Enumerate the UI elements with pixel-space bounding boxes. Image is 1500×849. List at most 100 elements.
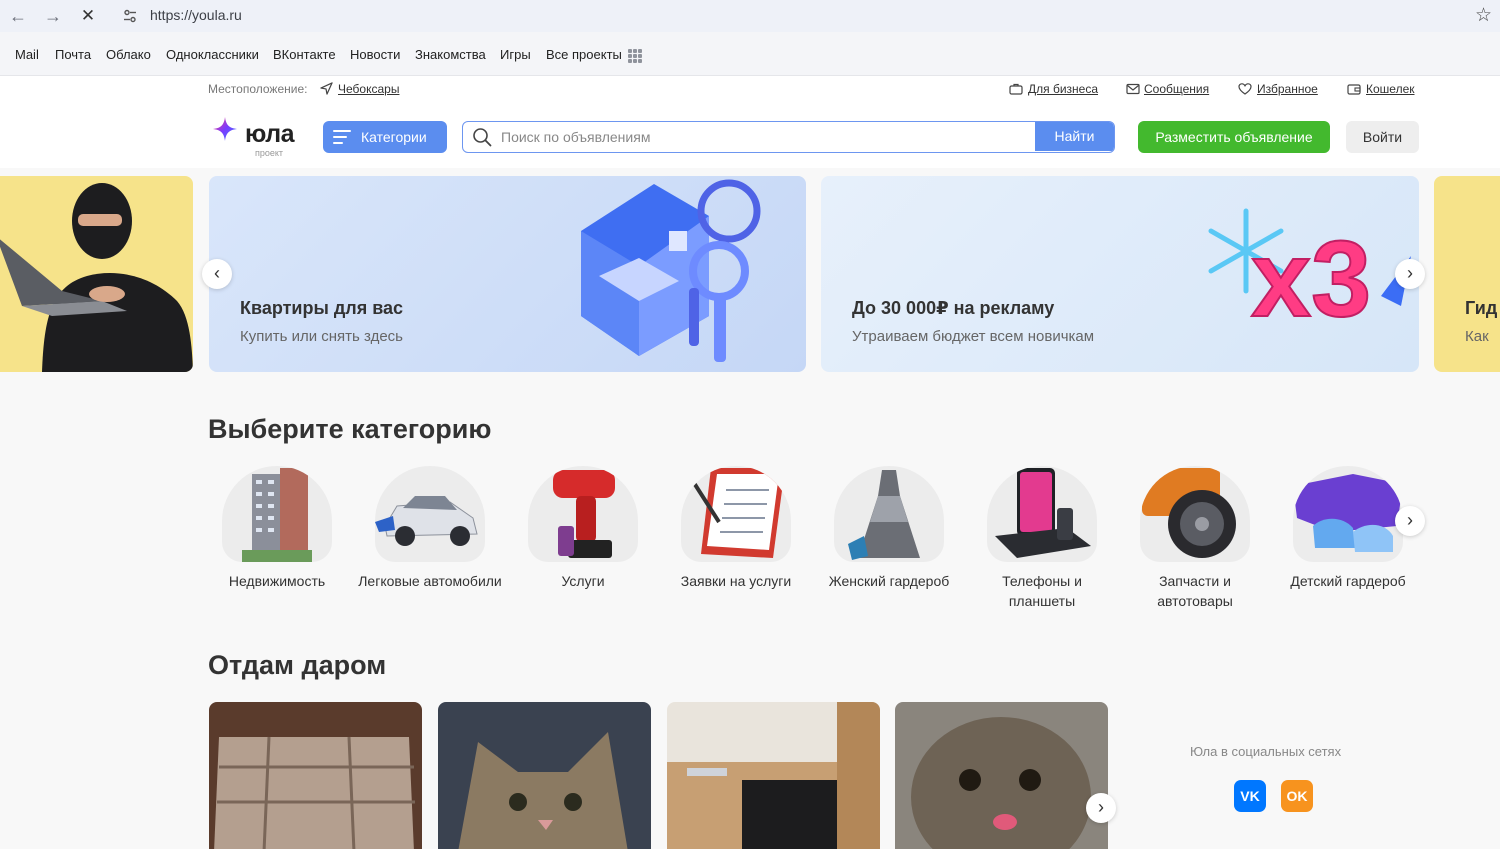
category-label: Детский гардероб [1290,573,1406,589]
project-link-all[interactable]: Все проекты [546,47,622,62]
free-item-card[interactable] [438,702,651,849]
menu-icon [333,130,351,148]
banner-title: Квартиры для вас [240,298,404,318]
post-ad-button[interactable]: Разместить объявление [1138,121,1330,153]
logo-subtitle: проект [255,148,284,158]
categories-next-button[interactable]: › [1395,506,1425,536]
chevron-right-icon: › [1098,797,1104,817]
sofa-photo-icon [209,702,422,849]
promo-banner-apartments[interactable]: Квартиры для вас Купить или снять здесь [209,176,806,372]
chevron-right-icon: › [1407,263,1413,283]
category-service-requests[interactable]: Заявки на услуги [661,466,811,591]
banner-subtitle: Купить или снять здесь [240,328,403,345]
apps-grid-icon[interactable] [628,49,642,63]
site-header: Местоположение: Чебоксары Для бизнеса Со… [0,76,1500,168]
project-link-dating[interactable]: Знакомства [415,47,486,62]
briefcase-icon [1009,83,1023,95]
category-services[interactable]: Услуги [508,466,658,591]
project-link-ok[interactable]: Одноклассники [166,47,259,62]
banner-prev-button[interactable]: ‹ [202,259,232,289]
project-link-pochta[interactable]: Почта [55,47,91,62]
banner-next-button[interactable]: › [1395,259,1425,289]
search-icon [473,128,492,147]
youla-logo-star-icon[interactable] [212,116,238,142]
free-items-next-button[interactable]: › [1086,793,1116,823]
project-link-games[interactable]: Игры [500,47,531,62]
forward-arrow-icon[interactable]: → [41,4,65,28]
bookmark-star-icon[interactable]: ☆ [1475,4,1492,27]
project-link-vk[interactable]: ВКонтакте [273,47,336,62]
free-items-heading: Отдам даром [208,650,387,680]
kitten-photo-icon [895,702,1108,849]
promo-banner-partial-right[interactable]: Гид Как [1434,176,1500,372]
favorites-link[interactable]: Избранное [1257,82,1318,96]
category-label: Заявки на услуги [680,573,792,589]
envelope-icon [1126,83,1140,95]
category-phones[interactable]: Телефоны и планшеты [967,466,1117,611]
category-label: Женский гардероб [828,573,950,589]
social-networks-label: Юла в социальных сетях [1190,744,1342,759]
project-link-oblako[interactable]: Облако [106,47,151,62]
messages-link[interactable]: Сообщения [1144,82,1209,96]
phone-icon [987,466,1097,562]
wallet-icon [1347,84,1361,95]
url-text[interactable]: https://youla.ru [150,7,242,23]
business-link[interactable]: Для бизнеса [1028,82,1098,96]
location-city-link[interactable]: Чебоксары [338,82,399,96]
vk-icon[interactable]: VK [1234,780,1266,812]
categories-button[interactable]: Категории [323,121,447,153]
banner-subtitle: Утраиваем бюджет всем новичкам [852,328,1095,345]
category-label: Недвижимость [228,573,326,589]
house-keys-illustration-icon [581,179,761,362]
kids-clothes-icon [1293,466,1403,562]
wallet-link[interactable]: Кошелек [1366,82,1415,96]
dress-icon [834,466,944,562]
promo-banner-partial-left[interactable] [0,176,193,372]
projects-bar: Mail Почта Облако Одноклассники ВКонтакт… [0,32,1500,76]
promo-banner-ad-bonus[interactable]: x3 До 30 000₽ на рекламу Утраиваем бюдже… [821,176,1419,372]
category-label: Запчасти и автотовары [1157,573,1233,609]
category-real-estate[interactable]: Недвижимость [202,466,352,591]
location-arrow-icon [320,82,333,95]
free-item-card[interactable] [667,702,880,849]
category-cars[interactable]: Легковые автомобили [355,466,505,591]
x3-snowflake-illustration-icon: x3 [1208,208,1411,340]
stop-loading-icon[interactable]: ✕ [76,4,100,28]
project-link-news[interactable]: Новости [350,47,400,62]
youla-logo-text[interactable]: юла [245,120,295,149]
furniture-photo-icon [667,702,880,849]
wheel-icon [1140,466,1250,562]
search-button[interactable]: Найти [1035,122,1114,151]
category-auto-parts[interactable]: Запчасти и автотовары [1120,466,1270,611]
banner-subtitle: Как [1465,328,1489,345]
clipboard-icon [681,466,791,562]
category-label: Легковые автомобили [358,573,502,589]
address-bar[interactable]: https://youla.ru ☆ [113,1,1498,31]
categories-heading: Выберите категорию [208,414,492,444]
banner-title: До 30 000₽ на рекламу [852,298,1055,318]
chevron-right-icon: › [1407,510,1413,530]
heart-icon [1238,83,1252,95]
category-womens-clothing[interactable]: Женский гардероб [814,466,964,591]
browser-toolbar: ← → ✕ https://youla.ru ☆ [0,0,1500,32]
x3-art-text: x3 [1251,218,1371,339]
back-arrow-icon[interactable]: ← [6,4,30,28]
categories-button-label: Категории [361,129,427,145]
hacker-illustration-icon [0,183,193,372]
building-icon [222,466,332,562]
odnoklassniki-icon[interactable]: OK [1281,780,1313,812]
car-icon [375,466,485,562]
login-button[interactable]: Войти [1346,121,1419,153]
drill-icon [528,466,638,562]
category-label: Услуги [561,573,605,589]
chevron-left-icon: ‹ [214,263,220,283]
location-label: Местоположение: [208,82,308,96]
search-box: Найти [462,121,1115,153]
free-item-card[interactable] [895,702,1108,849]
project-link-mail[interactable]: Mail [15,47,39,62]
category-label: Телефоны и планшеты [1002,573,1082,609]
banner-title: Гид [1465,298,1498,318]
search-input[interactable] [501,122,1031,151]
site-settings-icon[interactable] [122,8,138,24]
free-item-card[interactable] [209,702,422,849]
